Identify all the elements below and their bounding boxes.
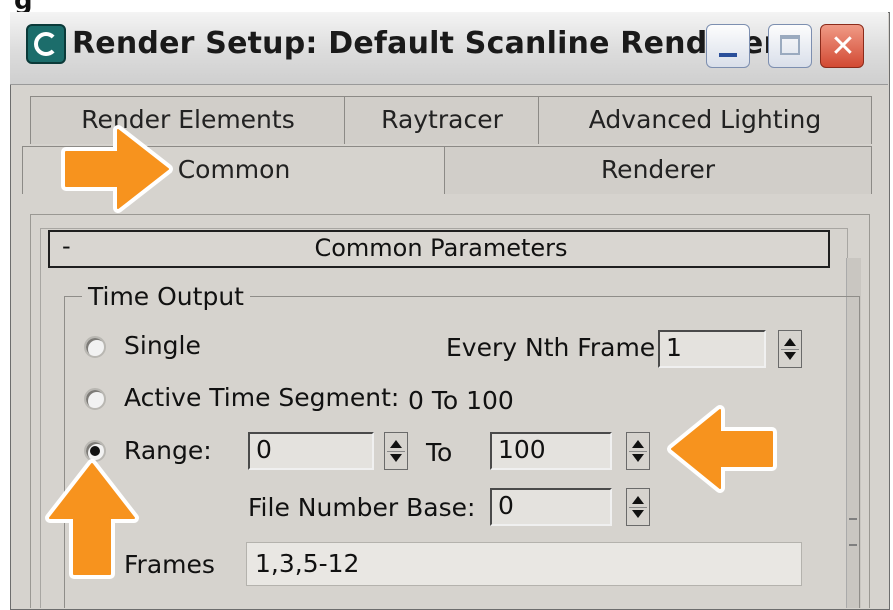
tab-raytracer[interactable]: Raytracer bbox=[344, 96, 540, 144]
active-time-segment-radio[interactable] bbox=[84, 388, 106, 410]
range-to-spinner[interactable] bbox=[626, 432, 650, 470]
range-to-input[interactable]: 100 bbox=[490, 432, 612, 470]
range-from-input[interactable]: 0 bbox=[248, 432, 374, 470]
arrow-left-icon bbox=[667, 405, 777, 493]
every-nth-frame-input[interactable]: 1 bbox=[658, 330, 766, 368]
minimize-icon bbox=[719, 53, 737, 57]
tab-label: Renderer bbox=[600, 155, 716, 184]
time-output-group-label: Time Output bbox=[82, 282, 250, 311]
maximize-icon bbox=[780, 35, 800, 55]
single-label: Single bbox=[124, 331, 201, 360]
file-number-base-label: File Number Base: bbox=[248, 493, 476, 522]
tab-label: Common bbox=[177, 155, 291, 184]
every-nth-frame-spinner[interactable] bbox=[778, 330, 802, 368]
active-time-segment-label: Active Time Segment: bbox=[124, 383, 400, 412]
window-title: Render Setup: Default Scanline Renderer bbox=[72, 26, 779, 61]
tab-advanced-lighting[interactable]: Advanced Lighting bbox=[538, 96, 872, 144]
tab-label: Raytracer bbox=[381, 105, 503, 134]
active-time-segment-value: 0 To 100 bbox=[408, 386, 514, 415]
close-icon: ✕ bbox=[830, 29, 856, 64]
rollout-title: Common Parameters bbox=[314, 234, 568, 262]
arrow-up-icon bbox=[45, 459, 139, 579]
minimize-button[interactable] bbox=[706, 24, 750, 68]
tab-label: Advanced Lighting bbox=[588, 105, 822, 134]
range-to-label: To bbox=[426, 438, 453, 467]
file-number-base-spinner[interactable] bbox=[626, 488, 650, 526]
maximize-button[interactable] bbox=[768, 24, 812, 68]
tab-renderer[interactable]: Renderer bbox=[444, 146, 872, 194]
frames-input[interactable]: 1,3,5-12 bbox=[246, 542, 802, 586]
every-nth-frame-label: Every Nth Frame: bbox=[446, 333, 664, 362]
app-icon[interactable] bbox=[26, 24, 66, 64]
file-number-base-input[interactable]: 0 bbox=[490, 488, 612, 526]
range-from-spinner[interactable] bbox=[384, 432, 408, 470]
single-radio[interactable] bbox=[84, 336, 106, 358]
arrow-right-icon bbox=[61, 125, 173, 213]
close-button[interactable]: ✕ bbox=[820, 24, 864, 68]
